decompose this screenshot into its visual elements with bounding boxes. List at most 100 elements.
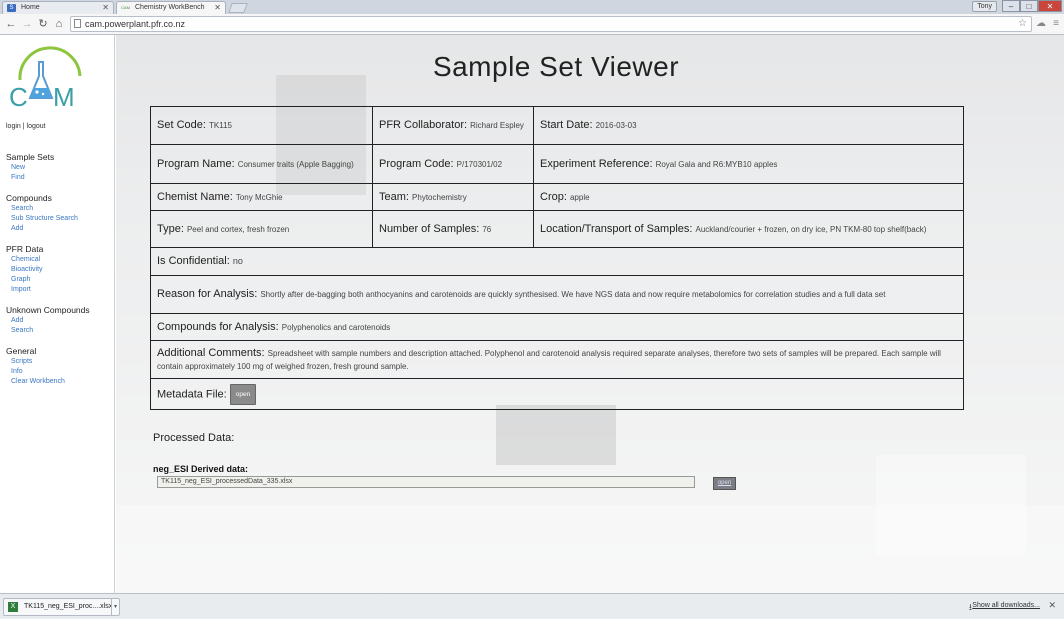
tab-chemistry-workbench[interactable]: CAM Chemistry WorkBench ✕ (116, 1, 226, 14)
is-confidential-value: no (232, 256, 243, 266)
svg-text:C: C (9, 82, 28, 110)
program-name-label: Program Name: (157, 157, 235, 170)
nav-link-search[interactable]: Search (6, 204, 78, 214)
maximize-icon[interactable]: □ (1020, 0, 1038, 12)
nav-link-search[interactable]: Search (6, 326, 90, 336)
nav-section-general: General Scripts Info Clear Workbench (6, 346, 65, 387)
reload-icon[interactable]: ↻ (36, 17, 50, 31)
close-window-icon[interactable]: ✕ (1038, 0, 1062, 12)
nav-section-compounds: Compounds Search Sub Structure Search Ad… (6, 193, 78, 234)
location-value: Auckland/courier + frozen, on dry ice, P… (695, 224, 927, 234)
collaborator-label: PFR Collaborator: (379, 119, 468, 131)
close-download-bar-icon[interactable]: ✕ (1048, 600, 1056, 611)
auth-separator: | (22, 123, 25, 130)
chemist-name-label: Chemist Name: (157, 190, 233, 203)
location-cell: Location/Transport of Samples: Auckland/… (533, 210, 964, 248)
comments-label: Additional Comments: (157, 346, 265, 359)
set-code-value: TK115 (208, 121, 232, 130)
program-name-cell: Program Name: Consumer traits (Apple Bag… (150, 144, 373, 184)
table-row: Reason for Analysis: Shortly after de-ba… (150, 275, 964, 314)
derived-data-file-field[interactable]: TK115_neg_ESI_processedData_335.xlsx (157, 476, 695, 488)
tab-home[interactable]: S Home ✕ (2, 1, 114, 14)
nav-link-find[interactable]: Find (6, 173, 54, 183)
metadata-open-button[interactable]: open (229, 383, 257, 405)
auth-links: login | logout (6, 123, 46, 130)
derived-data-title: neg_ESI Derived data: (153, 464, 249, 474)
close-tab-icon[interactable]: ✕ (102, 2, 109, 14)
new-tab-button[interactable] (228, 3, 248, 13)
start-date-value: 2016-03-03 (595, 121, 637, 130)
is-confidential-label: Is Confidential: (157, 255, 230, 267)
nav-link-import[interactable]: Import (6, 285, 43, 295)
type-value: Peel and cortex, fresh frozen (186, 224, 290, 234)
show-all-downloads-link[interactable]: Show all downloads... (972, 602, 1040, 609)
bookmark-star-icon[interactable]: ☆ (1018, 17, 1027, 31)
home-icon[interactable]: ⌂ (52, 17, 66, 31)
user-badge[interactable]: Tony (972, 1, 997, 12)
table-row: Chemist Name: Tony McGhie Team: Phytoche… (150, 183, 964, 211)
nav-link-new[interactable]: New (6, 163, 54, 173)
table-row: Set Code: TK115 PFR Collaborator: Richar… (150, 106, 964, 145)
chevron-down-icon[interactable]: ▾ (110, 599, 117, 615)
start-date-label: Start Date: (540, 119, 593, 131)
team-value: Phytochemistry (412, 192, 467, 202)
download-item-label: TK115_neg_ESI_proc....xlsx (24, 603, 113, 610)
processed-data-title: Processed Data: (153, 432, 235, 444)
experiment-reference-cell: Experiment Reference: Royal Gala and R6:… (533, 144, 964, 184)
sidebar: C M login | logout Sample Sets New Find … (0, 35, 115, 593)
nav-link-graph[interactable]: Graph (6, 275, 43, 285)
nav-link-add[interactable]: Add (6, 316, 90, 326)
logout-link[interactable]: logout (27, 123, 46, 130)
location-label: Location/Transport of Samples: (540, 222, 693, 235)
number-of-samples-cell: Number of Samples: 76 (372, 210, 534, 248)
number-of-samples-label: Number of Samples: (379, 222, 480, 235)
cam-favicon-icon: CAM (121, 5, 130, 10)
nav-link-sub-structure-search[interactable]: Sub Structure Search (6, 214, 78, 224)
program-name-value: Consumer traits (Apple Bagging) (237, 159, 354, 169)
chemist-name-value: Tony McGhie (235, 192, 283, 202)
login-link[interactable]: login (6, 123, 21, 130)
start-date-cell: Start Date: 2016-03-03 (533, 106, 964, 145)
browser-toolbar: ← → ↻ ⌂ cam.powerplant.pfr.co.nz ☆ ☁ ≡ (0, 14, 1064, 35)
back-arrow-icon[interactable]: ← (4, 17, 18, 31)
team-label: Team: (379, 190, 409, 203)
forward-arrow-icon[interactable]: → (20, 17, 34, 31)
sample-set-table: Set Code: TK115 PFR Collaborator: Richar… (150, 106, 964, 410)
nav-section-pfr-data: PFR Data Chemical Bioactivity Graph Impo… (6, 244, 43, 295)
page-title: Sample Set Viewer (432, 51, 680, 82)
tab-label: Home (21, 4, 40, 11)
nav-link-clear-workbench[interactable]: Clear Workbench (6, 377, 65, 387)
menu-icon[interactable]: ≡ (1053, 18, 1059, 30)
nav-title: General (6, 346, 37, 356)
download-bar: X TK115_neg_ESI_proc....xlsx ▾ ⭳ Show al… (0, 593, 1064, 619)
nav-link-scripts[interactable]: Scripts (6, 357, 65, 367)
nav-link-chemical[interactable]: Chemical (6, 255, 43, 265)
table-row: Compounds for Analysis: Polyphenolics an… (150, 313, 964, 341)
comments-cell: Additional Comments: Spreadsheet with sa… (150, 340, 964, 379)
nav-link-info[interactable]: Info (6, 367, 65, 377)
type-label: Type: (157, 222, 184, 235)
comments-value: Spreadsheet with sample numbers and desc… (157, 348, 941, 371)
address-bar[interactable]: cam.powerplant.pfr.co.nz ☆ (70, 16, 1032, 32)
download-item[interactable]: X TK115_neg_ESI_proc....xlsx ▾ (3, 598, 120, 616)
nav-section-sample-sets: Sample Sets New Find (6, 152, 54, 183)
nav-link-add[interactable]: Add (6, 224, 78, 234)
team-cell: Team: Phytochemistry (372, 183, 534, 211)
metadata-label: Metadata File: (157, 387, 227, 400)
browser-tab-bar: S Home ✕ CAM Chemistry WorkBench ✕ Tony … (0, 0, 1064, 14)
svg-text:M: M (53, 82, 75, 110)
crop-value: apple (569, 192, 590, 202)
collaborator-cell: PFR Collaborator: Richard Espley (372, 106, 534, 145)
derived-data-open-button[interactable]: open (713, 477, 736, 490)
type-cell: Type: Peel and cortex, fresh frozen (150, 210, 373, 248)
tab-label: Chemistry WorkBench (135, 4, 205, 11)
nav-link-bioactivity[interactable]: Bioactivity (6, 265, 43, 275)
background-shape (116, 505, 1064, 593)
close-tab-icon[interactable]: ✕ (214, 2, 221, 14)
experiment-reference-value: Royal Gala and R6:MYB10 apples (655, 159, 778, 169)
cloud-extension-icon[interactable]: ☁ (1036, 18, 1046, 30)
reason-value: Shortly after de-bagging both anthocyani… (260, 290, 886, 299)
table-row: Program Name: Consumer traits (Apple Bag… (150, 144, 964, 184)
minimize-icon[interactable]: – (1002, 0, 1020, 12)
collaborator-value: Richard Espley (470, 121, 524, 130)
